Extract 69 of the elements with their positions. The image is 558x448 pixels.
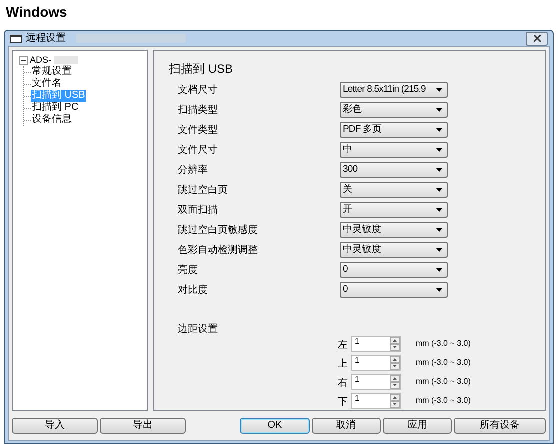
setting-label: 分辨率	[178, 164, 209, 178]
setting-label: 双面扫描	[178, 204, 219, 218]
tree-item[interactable]: 设备信息	[31, 114, 73, 126]
caret-icon	[436, 128, 443, 132]
setting-label: 跳过空白页	[178, 184, 229, 198]
blurred-text	[54, 56, 78, 64]
tree-item[interactable]: 文件名	[31, 78, 63, 90]
window-icon	[10, 34, 22, 44]
close-icon	[534, 35, 540, 42]
caret-icon	[436, 108, 443, 112]
page-heading: Windows	[5, 3, 68, 22]
caret-icon	[436, 88, 443, 92]
caret-icon	[436, 148, 443, 152]
dialog-button[interactable]: OK	[240, 418, 310, 434]
setting-label: 亮度	[178, 264, 199, 278]
setting-label: 跳过空白页敏感度	[178, 224, 259, 238]
caret-icon	[436, 288, 443, 292]
dropdown[interactable]: 关	[340, 182, 448, 198]
margin-label: 右	[338, 378, 349, 390]
caret-icon	[436, 248, 443, 252]
caret-icon	[436, 228, 443, 232]
dialog-button[interactable]: 应用	[382, 418, 452, 434]
dropdown[interactable]: 中灵敏度	[340, 222, 448, 238]
range-hint: mm (-3.0 ~ 3.0)	[416, 395, 471, 407]
setting-label: 对比度	[178, 284, 209, 298]
dropdown[interactable]: 0	[340, 282, 448, 298]
setting-label: 文档尺寸	[178, 84, 219, 98]
dialog-button[interactable]: 导出	[100, 418, 186, 434]
dialog-button[interactable]: 导入	[12, 418, 98, 434]
tree-item[interactable]: ADS-	[30, 54, 52, 66]
panel-heading: 扫描到 USB	[169, 61, 234, 78]
spin-field[interactable]: 1	[351, 336, 401, 352]
tree-item[interactable]: 扫描到 PC	[31, 102, 80, 114]
range-hint: mm (-3.0 ~ 3.0)	[416, 357, 471, 369]
section-heading: 边距设置	[177, 322, 219, 336]
spin-arrows-icon[interactable]	[390, 375, 400, 389]
dialog-button[interactable]: 所有设备	[454, 418, 546, 434]
margin-label: 下	[338, 397, 349, 409]
caret-icon	[436, 208, 443, 212]
dropdown[interactable]: 中	[340, 142, 448, 158]
dropdown[interactable]: 300	[340, 162, 448, 178]
close-button[interactable]	[526, 32, 548, 46]
setting-label: 色彩自动检测调整	[178, 244, 259, 258]
dropdown[interactable]: 0	[340, 262, 448, 278]
spin-arrows-icon[interactable]	[390, 394, 400, 408]
spin-arrows-icon[interactable]	[390, 356, 400, 370]
caret-icon	[436, 268, 443, 272]
caret-icon	[436, 168, 443, 172]
tree-item[interactable]: 常规设置	[31, 66, 73, 78]
dialog-button[interactable]: 取消	[312, 418, 381, 434]
spin-field[interactable]: 1	[351, 393, 401, 409]
spin-field[interactable]: 1	[351, 374, 401, 390]
dropdown[interactable]: PDF 多页	[340, 122, 448, 138]
spin-field[interactable]: 1	[351, 355, 401, 371]
expand-toggle[interactable]	[19, 56, 28, 64]
margin-label: 上	[338, 359, 349, 371]
dropdown[interactable]: 中灵敏度	[340, 242, 448, 258]
dropdown[interactable]: 彩色	[340, 102, 448, 118]
setting-label: 文件类型	[178, 124, 219, 138]
caret-icon	[436, 188, 443, 192]
spin-arrows-icon[interactable]	[390, 337, 400, 351]
dropdown[interactable]: 开	[340, 202, 448, 218]
margin-label: 左	[338, 340, 349, 352]
setting-label: 扫描类型	[178, 104, 219, 118]
window-title: 远程设置	[26, 32, 66, 46]
dropdown[interactable]: Letter 8.5x11in (215.9	[340, 82, 448, 98]
range-hint: mm (-3.0 ~ 3.0)	[416, 376, 471, 388]
setting-label: 文件尺寸	[178, 144, 219, 158]
range-hint: mm (-3.0 ~ 3.0)	[416, 338, 471, 350]
